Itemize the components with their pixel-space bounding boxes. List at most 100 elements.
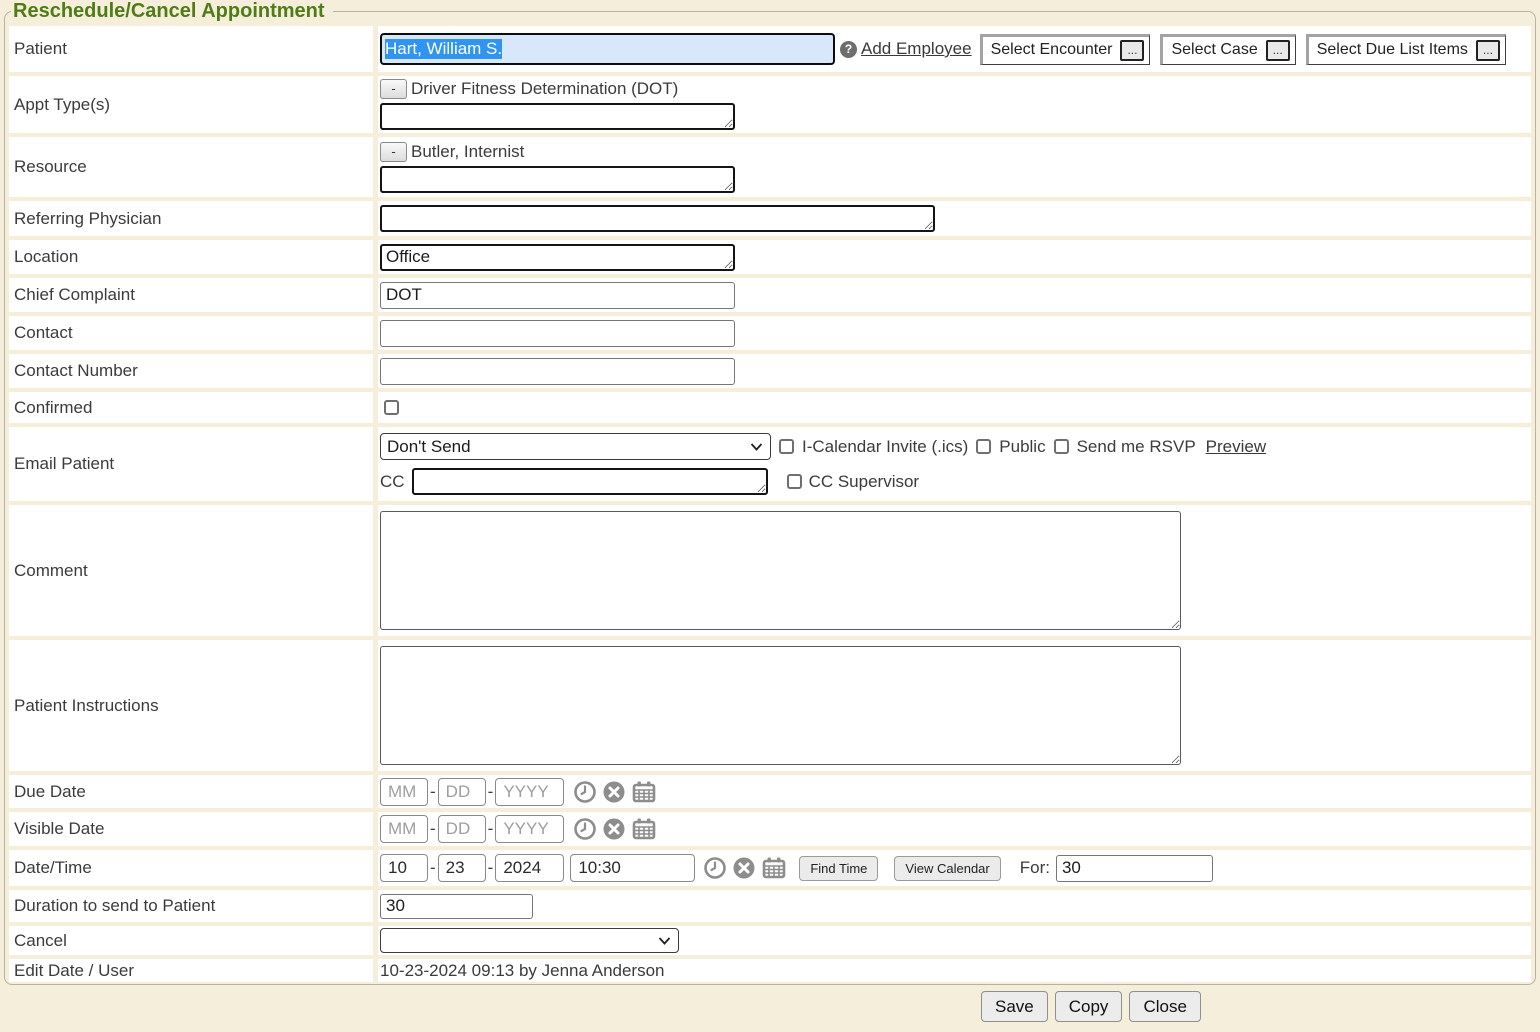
selected-appt-type: Driver Fitness Determination (DOT) <box>411 79 678 99</box>
selected-resource: Butler, Internist <box>411 142 524 162</box>
row-referring-physician: Referring Physician <box>9 201 1531 236</box>
calendar-icon[interactable] <box>632 781 656 803</box>
row-edit-info: Edit Date / User 10-23-2024 09:13 by Jen… <box>9 959 1531 982</box>
calendar-icon[interactable] <box>632 818 656 840</box>
rsvp-label: Send me RSVP <box>1077 437 1196 457</box>
visible-date-month-input[interactable] <box>380 815 428 843</box>
email-send-select[interactable]: Don't Send <box>380 433 771 460</box>
page-title: Reschedule/Cancel Appointment <box>11 0 333 23</box>
row-appt-types: Appt Type(s) - Driver Fitness Determinat… <box>9 76 1531 133</box>
appt-year-input[interactable] <box>495 854 564 882</box>
date-time-label: Date/Time <box>9 850 373 886</box>
row-due-date: Due Date - - <box>9 775 1531 808</box>
for-duration-input[interactable] <box>1056 855 1213 882</box>
preview-link[interactable]: Preview <box>1206 437 1266 457</box>
referring-physician-input[interactable] <box>380 205 935 232</box>
visible-date-label: Visible Date <box>9 812 373 846</box>
appt-day-input[interactable] <box>438 854 486 882</box>
duration-input[interactable] <box>380 894 533 919</box>
chief-complaint-input[interactable] <box>380 282 735 309</box>
cancel-label: Cancel <box>9 926 373 955</box>
view-calendar-button[interactable]: View Calendar <box>894 856 1000 881</box>
patient-input[interactable]: Hart, William S. <box>380 33 835 65</box>
calendar-icon[interactable] <box>762 857 786 879</box>
close-button[interactable]: Close <box>1129 991 1200 1022</box>
row-contact-number: Contact Number <box>9 354 1531 388</box>
contact-label: Contact <box>9 316 373 350</box>
find-time-button[interactable]: Find Time <box>799 856 878 881</box>
date-separator: - <box>430 819 436 839</box>
duration-label: Duration to send to Patient <box>9 890 373 922</box>
ical-invite-label: I-Calendar Invite (.ics) <box>802 437 968 457</box>
public-label: Public <box>999 437 1045 457</box>
select-encounter-label: Select Encounter <box>991 41 1113 59</box>
resource-input[interactable] <box>380 166 735 193</box>
select-due-list-label: Select Due List Items <box>1317 41 1468 59</box>
clear-icon[interactable] <box>603 781 625 803</box>
comment-label: Comment <box>9 505 373 636</box>
select-due-list-button[interactable]: ... <box>1476 40 1500 61</box>
patient-instructions-input[interactable] <box>380 646 1181 765</box>
row-patient: Patient Hart, William S. ? Add Employee … <box>9 26 1531 72</box>
clear-icon[interactable] <box>603 818 625 840</box>
remove-resource-button[interactable]: - <box>380 142 407 162</box>
appt-month-input[interactable] <box>380 854 428 882</box>
cc-supervisor-label: CC Supervisor <box>809 472 920 492</box>
select-encounter-group: Select Encounter ... <box>980 34 1151 65</box>
visible-date-year-input[interactable] <box>495 815 564 843</box>
select-encounter-button[interactable]: ... <box>1120 40 1144 61</box>
date-separator: - <box>488 819 494 839</box>
row-location: Location Office <box>9 240 1531 274</box>
row-comment: Comment <box>9 505 1531 636</box>
rsvp-checkbox[interactable] <box>1054 439 1069 454</box>
date-separator: - <box>430 858 436 878</box>
due-date-month-input[interactable] <box>380 778 428 806</box>
date-separator: - <box>488 782 494 802</box>
row-confirmed: Confirmed <box>9 392 1531 423</box>
clock-icon[interactable] <box>704 857 726 879</box>
save-button[interactable]: Save <box>981 991 1048 1022</box>
comment-input[interactable] <box>380 511 1181 630</box>
public-checkbox[interactable] <box>976 439 991 454</box>
row-patient-instructions: Patient Instructions <box>9 640 1531 771</box>
remove-appt-type-button[interactable]: - <box>380 79 407 99</box>
ical-invite-checkbox[interactable] <box>779 439 794 454</box>
clear-icon[interactable] <box>733 857 755 879</box>
patient-label: Patient <box>9 26 373 72</box>
row-resource: Resource - Butler, Internist <box>9 137 1531 197</box>
patient-instructions-label: Patient Instructions <box>9 640 373 771</box>
appt-type-input[interactable] <box>380 103 735 130</box>
confirmed-label: Confirmed <box>9 392 373 423</box>
cc-supervisor-checkbox[interactable] <box>787 474 802 489</box>
confirmed-checkbox[interactable] <box>384 400 399 415</box>
visible-date-day-input[interactable] <box>438 815 486 843</box>
copy-button[interactable]: Copy <box>1055 991 1123 1022</box>
for-label: For: <box>1020 858 1050 878</box>
select-case-group: Select Case ... <box>1160 34 1295 65</box>
due-date-day-input[interactable] <box>438 778 486 806</box>
referring-physician-label: Referring Physician <box>9 201 373 236</box>
patient-input-selected-text: Hart, William S. <box>385 39 502 59</box>
clock-icon[interactable] <box>574 818 596 840</box>
chief-complaint-label: Chief Complaint <box>9 278 373 312</box>
contact-number-input[interactable] <box>380 358 735 385</box>
edit-info-value: 10-23-2024 09:13 by Jenna Anderson <box>380 961 665 981</box>
select-due-list-group: Select Due List Items ... <box>1306 34 1506 65</box>
row-contact: Contact <box>9 316 1531 350</box>
date-separator: - <box>488 858 494 878</box>
select-case-button[interactable]: ... <box>1266 40 1290 61</box>
row-cancel: Cancel <box>9 926 1531 955</box>
row-duration: Duration to send to Patient <box>9 890 1531 922</box>
location-input[interactable]: Office <box>380 244 735 271</box>
appt-time-input[interactable] <box>570 854 695 882</box>
contact-input[interactable] <box>380 320 735 347</box>
appt-types-label: Appt Type(s) <box>9 76 373 133</box>
row-visible-date: Visible Date - - <box>9 812 1531 846</box>
clock-icon[interactable] <box>574 781 596 803</box>
add-employee-link[interactable]: Add Employee <box>861 39 972 59</box>
cancel-reason-select[interactable] <box>380 928 679 953</box>
help-icon[interactable]: ? <box>840 41 857 58</box>
due-date-year-input[interactable] <box>495 778 564 806</box>
cc-input[interactable] <box>412 468 768 495</box>
resource-label: Resource <box>9 137 373 197</box>
